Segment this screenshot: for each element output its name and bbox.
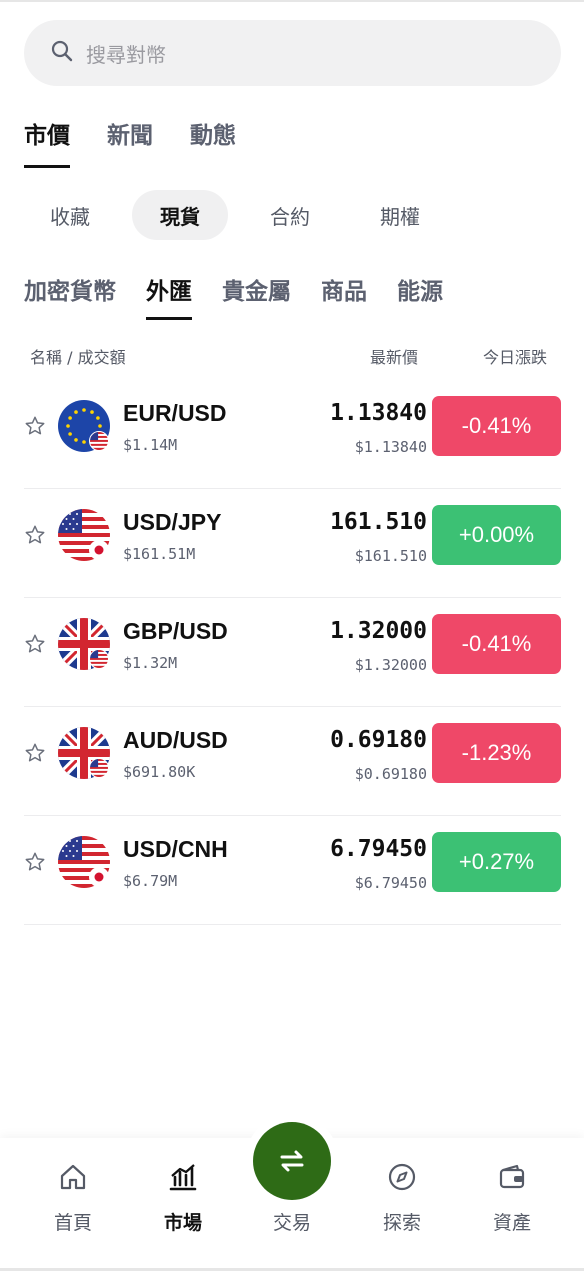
volume: $1.14M <box>123 436 178 454</box>
pair-name: USD/JPY <box>123 509 222 535</box>
nav-home-label: 首頁 <box>53 1212 92 1234</box>
nav-market[interactable]: 市場 <box>128 1138 238 1271</box>
market-chart-icon <box>169 1164 197 1191</box>
trade-button[interactable] <box>253 1122 331 1200</box>
last-price: 161.510 <box>330 509 427 535</box>
top-divider <box>0 0 584 2</box>
column-header-name[interactable]: 名稱 / 成交額 <box>30 344 126 368</box>
last-price-usd: $161.510 <box>354 547 427 565</box>
category-tabs: 加密貨幣 外匯 貴金屬 商品 能源 <box>24 272 473 320</box>
change-badge[interactable]: +0.00% <box>432 505 561 565</box>
search-input[interactable]: 搜尋對幣 <box>24 20 561 86</box>
home-icon <box>60 1164 86 1190</box>
search-icon <box>50 39 74 67</box>
change-badge[interactable]: -1.23% <box>432 723 561 783</box>
column-header-change[interactable]: 今日漲跌 <box>483 344 547 368</box>
tab-news[interactable]: 新聞 <box>107 116 153 168</box>
nav-explore-label: 探索 <box>382 1212 421 1234</box>
tab-spot[interactable]: 現貨 <box>132 190 228 240</box>
star-icon[interactable] <box>24 742 46 764</box>
star-icon[interactable] <box>24 851 46 873</box>
star-icon[interactable] <box>24 633 46 655</box>
tab-feed[interactable]: 動態 <box>190 116 236 168</box>
nav-market-label: 市場 <box>163 1212 202 1234</box>
table-row[interactable]: EUR/USD $1.14M 1.13840 $1.13840 -0.41% <box>24 380 561 489</box>
last-price: 6.79450 <box>330 836 427 862</box>
tab-forex[interactable]: 外匯 <box>146 272 192 320</box>
column-header-price[interactable]: 最新價 <box>370 344 418 368</box>
tab-options[interactable]: 期權 <box>352 190 448 240</box>
tab-commodities[interactable]: 商品 <box>321 272 367 320</box>
nav-assets[interactable]: 資產 <box>457 1138 567 1271</box>
table-row[interactable]: GBP/USD $1.32M 1.32000 $1.32000 -0.41% <box>24 598 561 707</box>
volume: $1.32M <box>123 654 178 672</box>
us-flag-icon <box>89 758 109 778</box>
compass-icon <box>388 1163 416 1191</box>
table-row[interactable]: USD/CNH $6.79M 6.79450 $6.79450 +0.27% <box>24 816 561 925</box>
tab-favorites[interactable]: 收藏 <box>22 190 118 240</box>
tab-futures[interactable]: 合約 <box>242 190 338 240</box>
cn-flag-icon <box>89 867 109 887</box>
pair-name: GBP/USD <box>123 618 228 644</box>
volume: $691.80K <box>123 763 196 781</box>
wallet-icon <box>499 1164 525 1189</box>
star-icon[interactable] <box>24 524 46 546</box>
tab-precious-metals[interactable]: 貴金屬 <box>222 272 291 320</box>
search-placeholder: 搜尋對幣 <box>86 42 166 67</box>
us-flag-icon <box>89 649 109 669</box>
tab-crypto[interactable]: 加密貨幣 <box>24 272 116 320</box>
last-price: 1.32000 <box>330 618 427 644</box>
nav-explore[interactable]: 探索 <box>347 1138 457 1271</box>
us-flag-icon <box>89 431 109 451</box>
tab-energy[interactable]: 能源 <box>397 272 443 320</box>
last-price-usd: $0.69180 <box>354 765 427 783</box>
nav-assets-label: 資產 <box>492 1212 531 1234</box>
swap-icon <box>280 1150 304 1172</box>
last-price-usd: $1.13840 <box>354 438 427 456</box>
volume: $161.51M <box>123 545 196 563</box>
nav-home[interactable]: 首頁 <box>18 1138 128 1271</box>
segment-tabs: 收藏 現貨 合約 期權 <box>22 190 462 240</box>
pair-name: EUR/USD <box>123 400 227 426</box>
jp-flag-icon <box>89 540 109 560</box>
change-badge[interactable]: -0.41% <box>432 396 561 456</box>
main-tabs: 市價 新聞 動態 <box>24 116 273 168</box>
last-price: 1.13840 <box>330 400 427 426</box>
tab-market-price[interactable]: 市價 <box>24 116 70 168</box>
last-price-usd: $6.79450 <box>354 874 427 892</box>
change-badge[interactable]: +0.27% <box>432 832 561 892</box>
pair-name: AUD/USD <box>123 727 228 753</box>
volume: $6.79M <box>123 872 178 890</box>
star-icon[interactable] <box>24 415 46 437</box>
last-price-usd: $1.32000 <box>354 656 427 674</box>
last-price: 0.69180 <box>330 727 427 753</box>
pair-name: USD/CNH <box>123 836 228 862</box>
nav-trade-label[interactable]: 交易 <box>237 1208 347 1235</box>
table-row[interactable]: USD/JPY $161.51M 161.510 $161.510 +0.00% <box>24 489 561 598</box>
change-badge[interactable]: -0.41% <box>432 614 561 674</box>
table-row[interactable]: AUD/USD $691.80K 0.69180 $0.69180 -1.23% <box>24 707 561 816</box>
